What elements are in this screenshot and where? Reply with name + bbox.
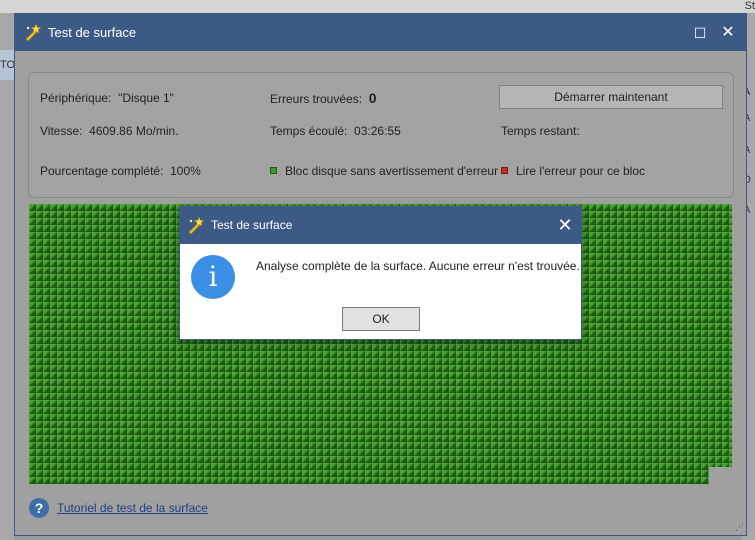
maximize-icon[interactable]: ☐ (690, 23, 710, 43)
help-icon[interactable]: ? (29, 498, 49, 518)
completion-dialog: Test de surface ✕ i Analyse complète de … (179, 206, 582, 340)
dialog-close-icon[interactable]: ✕ (555, 215, 575, 235)
dialog-title: Test de surface (211, 218, 293, 232)
speed-label: Vitesse: (40, 124, 83, 138)
close-icon[interactable]: ✕ (718, 23, 738, 43)
app-wand-icon (25, 23, 42, 42)
percent-field: Pourcentage complété: 100% (40, 164, 201, 178)
dialog-title-bar[interactable]: Test de surface ✕ (180, 207, 581, 244)
legend-error-label: Lire l'erreur pour ce bloc (516, 164, 646, 178)
legend-ok-swatch-icon (270, 167, 277, 174)
device-field: Périphérique: "Disque 1" (40, 91, 174, 105)
elapsed-label: Temps écoulé: (270, 124, 348, 138)
percent-value: 100% (170, 164, 201, 178)
background-header-fragment: St (744, 0, 755, 12)
speed-value: 4609.86 Mo/min. (89, 124, 179, 138)
background-app-header: St (0, 0, 755, 14)
surface-test-tutorial-link[interactable]: Tutoriel de test de la surface (57, 501, 208, 515)
elapsed-field: Temps écoulé: 03:26:55 (270, 124, 401, 138)
window-title-bar[interactable]: Test de surface ☐ ✕ (15, 14, 746, 51)
device-value: "Disque 1" (118, 91, 174, 105)
info-panel: Périphérique: "Disque 1" Erreurs trouvée… (28, 72, 734, 198)
legend-error-swatch-icon (501, 167, 508, 174)
percent-label: Pourcentage complété: (40, 164, 164, 178)
legend-ok-label: Bloc disque sans avertissement d'erreur (285, 164, 499, 178)
device-label: Périphérique: (40, 91, 112, 105)
info-icon: i (191, 255, 235, 299)
background-left-fragment: TOS (0, 50, 14, 80)
background-app-left: TOS (0, 14, 14, 540)
errors-label: Erreurs trouvées: (270, 92, 363, 106)
resize-grip-icon[interactable]: ⋰ (735, 522, 744, 533)
errors-field: Erreurs trouvées: 0 (270, 90, 377, 106)
ok-button[interactable]: OK (342, 307, 420, 331)
app-wand-icon (188, 216, 205, 235)
elapsed-value: 03:26:55 (354, 124, 401, 138)
window-title: Test de surface (48, 25, 137, 40)
speed-field: Vitesse: 4609.86 Mo/min. (40, 124, 179, 138)
errors-value: 0 (368, 90, 377, 106)
remaining-label: Temps restant: (501, 124, 580, 138)
dialog-message: Analyse complète de la surface. Aucune e… (256, 259, 580, 273)
start-now-button[interactable]: Démarrer maintenant (499, 85, 723, 109)
